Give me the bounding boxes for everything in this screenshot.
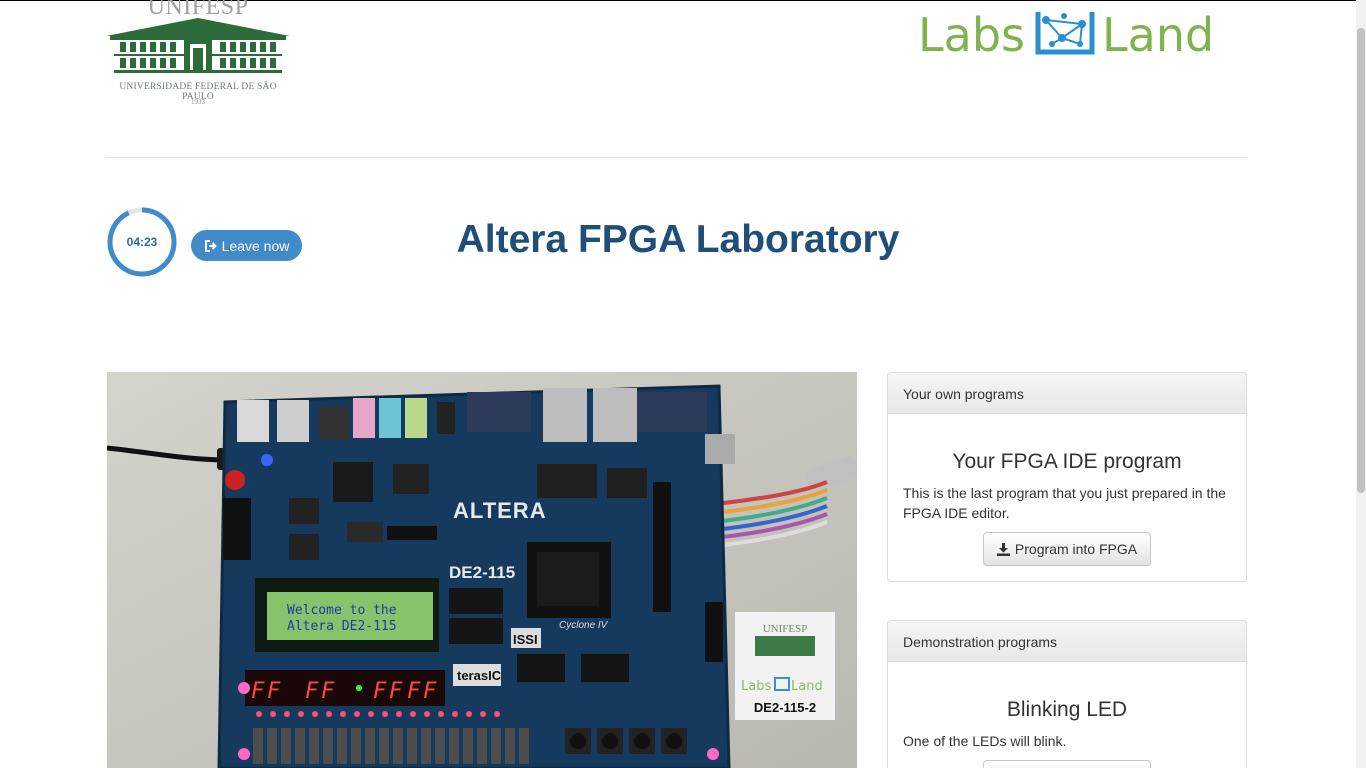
- lcd-line-1: Welcome to the: [287, 603, 397, 618]
- svg-text:F: F: [423, 679, 437, 704]
- card-id-text: DE2-115-2: [754, 700, 816, 715]
- terasic-text: terasIC: [457, 668, 502, 683]
- board-model-text: DE2-115: [449, 563, 515, 582]
- board-brand-text: ALTERA: [453, 498, 547, 523]
- session-timer: 04:23: [106, 206, 178, 278]
- header-divider: [107, 157, 1247, 158]
- own-program-description: This is the last program that you just p…: [903, 485, 1226, 521]
- card-labsland-text: Labs: [741, 679, 771, 694]
- leave-now-label: Leave now: [221, 237, 290, 254]
- labsland-logo-labs: Labs: [918, 8, 1025, 62]
- program-into-fpga-button[interactable]: Program into FPGA: [983, 532, 1151, 566]
- de2-115-board-illustration: ALTERA DE2-115 Cyclone IV ISSI Welcome t…: [107, 372, 857, 768]
- demo-programs-header: Demonstration programs: [888, 621, 1246, 662]
- svg-text:F: F: [373, 679, 387, 704]
- own-program-title: Your FPGA IDE program: [952, 450, 1182, 473]
- demo-programs-panel: Demonstration programs Blinking LED One …: [887, 620, 1247, 768]
- svg-text:Land: Land: [791, 679, 823, 694]
- download-icon: [996, 542, 1010, 556]
- labsland-network-icon: [1035, 12, 1095, 55]
- lcd-line-2: Altera DE2-115: [287, 619, 397, 634]
- svg-text:F: F: [251, 679, 265, 704]
- fpga-chip-text: Cyclone IV: [559, 620, 609, 631]
- timer-value: 04:23: [126, 235, 158, 249]
- demo-program-title: Blinking LED: [1006, 698, 1128, 721]
- page-scrollbar[interactable]: [1356, 0, 1366, 768]
- labsland-logo-land: Land: [1102, 8, 1215, 62]
- svg-text:F: F: [389, 679, 403, 704]
- svg-text:F: F: [321, 679, 335, 704]
- unifesp-logo: UNIFESP UNIVERSIDADE FEDERAL DE SÃO PAUL…: [106, 0, 290, 110]
- own-programs-header: Your own programs: [888, 373, 1246, 414]
- sign-out-icon: [204, 239, 217, 252]
- scrollbar-thumb[interactable]: [1357, 28, 1365, 493]
- demo-program-description: One of the LEDs will blink.: [903, 733, 1067, 749]
- program-into-fpga-label: Program into FPGA: [1014, 541, 1138, 557]
- issi-text: ISSI: [513, 632, 538, 647]
- unifesp-logo-year: 1933: [191, 98, 205, 106]
- card-unifesp-text: UNIFESP: [763, 623, 808, 635]
- svg-text:F: F: [267, 679, 281, 704]
- demo-program-button[interactable]: [983, 760, 1151, 768]
- own-programs-panel: Your own programs Your FPGA IDE program …: [887, 372, 1247, 582]
- fpga-board-camera-image: ALTERA DE2-115 Cyclone IV ISSI Welcome t…: [107, 372, 857, 768]
- svg-text:F: F: [305, 679, 319, 704]
- svg-text:F: F: [407, 679, 421, 704]
- leave-now-button[interactable]: Leave now: [191, 230, 302, 261]
- labsland-logo: Labs Land: [918, 6, 1218, 62]
- page-title: Altera FPGA Laboratory: [456, 218, 900, 261]
- unifesp-building-icon: [106, 18, 290, 73]
